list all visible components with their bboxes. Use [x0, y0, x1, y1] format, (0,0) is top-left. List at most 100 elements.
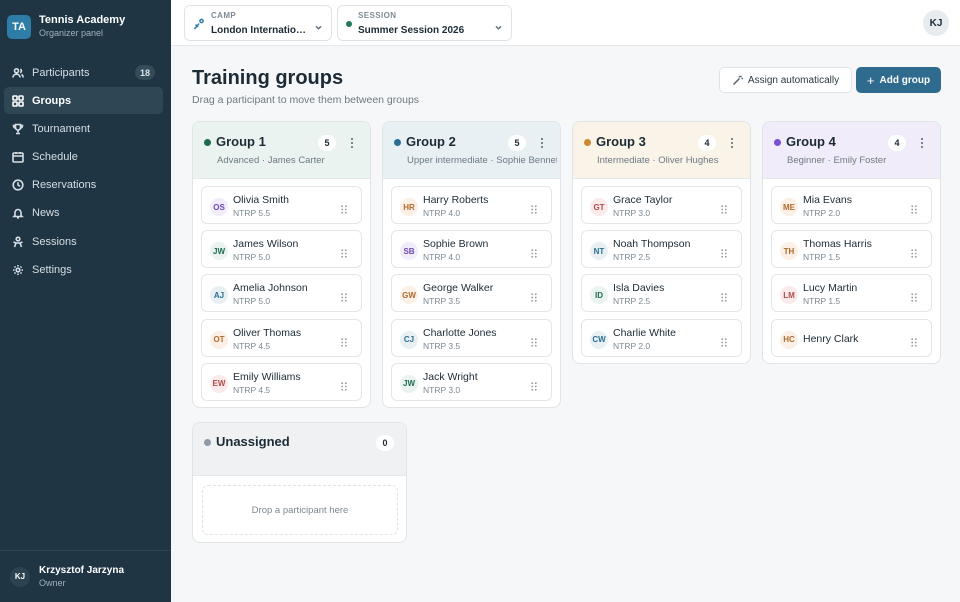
- participant-ntrp: NTRP 5.0: [233, 296, 271, 307]
- group-participant-list: GT Grace Taylor NTRP 3.0 NT Noah Thompson NTR…: [573, 179, 750, 363]
- avatar: ME: [780, 198, 798, 216]
- avatar: CW: [590, 330, 608, 349]
- participant-ntrp: NTRP 1.5: [803, 296, 841, 307]
- plus-icon: +: [866, 72, 875, 88]
- sidebar-item-participants[interactable]: Participants 18: [4, 59, 163, 86]
- drag-handle-icon[interactable]: [911, 334, 917, 347]
- participant-card[interactable]: SB Sophie Brown NTRP 4.0: [391, 230, 552, 269]
- participant-card[interactable]: JW Jack Wright NTRP 3.0: [391, 362, 552, 401]
- group-meta: Intermediate · Oliver Hughes: [597, 155, 719, 166]
- sidebar: TA Tennis Academy Organizer panel Partic…: [0, 0, 171, 602]
- avatar: OT: [210, 330, 228, 349]
- participant-card[interactable]: GT Grace Taylor NTRP 3.0: [581, 186, 742, 224]
- drag-handle-icon[interactable]: [531, 201, 537, 214]
- participant-card[interactable]: ID Isla Davies NTRP 2.5: [581, 274, 742, 313]
- drag-handle-icon[interactable]: [341, 289, 347, 303]
- drag-handle-icon[interactable]: [721, 201, 727, 214]
- drop-zone[interactable]: Drop a participant here: [202, 485, 398, 535]
- participant-card[interactable]: CW Charlie White NTRP 2.0: [581, 318, 742, 357]
- assign-automatically-button[interactable]: Assign automatically: [719, 67, 852, 93]
- participant-card[interactable]: LM Lucy Martin NTRP 1.5: [771, 274, 932, 313]
- sidebar-item-label: Sessions: [32, 235, 77, 248]
- participant-card[interactable]: TH Thomas Harris NTRP 1.5: [771, 230, 932, 269]
- grid-icon: [12, 94, 24, 107]
- sidebar-item-news[interactable]: News: [4, 200, 163, 227]
- group-header: Group 4 4 Beginner · Emily Foster: [763, 122, 940, 179]
- participant-card[interactable]: GW George Walker NTRP 3.5: [391, 274, 552, 313]
- drag-handle-icon[interactable]: [721, 334, 727, 347]
- participant-ntrp: NTRP 1.5: [803, 252, 841, 263]
- participant-card[interactable]: EW Emily Williams NTRP 4.5: [201, 362, 362, 401]
- participant-ntrp: NTRP 2.5: [613, 296, 651, 307]
- participant-name: Lucy Martin: [803, 282, 858, 295]
- more-vertical-icon[interactable]: [919, 136, 925, 150]
- sidebar-item-schedule[interactable]: Schedule: [4, 144, 163, 171]
- drag-handle-icon[interactable]: [341, 245, 347, 258]
- drag-handle-icon[interactable]: [911, 289, 917, 303]
- group-color-dot: [774, 139, 781, 146]
- participant-card[interactable]: AJ Amelia Johnson NTRP 5.0: [201, 274, 362, 313]
- unassigned-color-dot: [204, 439, 211, 446]
- more-vertical-icon[interactable]: [539, 136, 545, 150]
- group-color-dot: [394, 139, 401, 146]
- sidebar-item-label: Tournament: [32, 122, 91, 135]
- group-card[interactable]: Group 2 5 Upper intermediate · Sophie Benn…: [382, 121, 561, 408]
- group-card[interactable]: Group 4 4 Beginner · Emily Foster ME Mia Eva…: [762, 121, 941, 364]
- more-vertical-icon[interactable]: [349, 136, 355, 150]
- group-color-dot: [584, 139, 591, 146]
- participant-card[interactable]: ME Mia Evans NTRP 2.0: [771, 186, 932, 224]
- user-profile[interactable]: KJ Krzysztof Jarzyna Owner: [0, 550, 171, 602]
- group-card[interactable]: Group 3 4 Intermediate · Oliver Hughes GT Gr…: [572, 121, 751, 364]
- camp-value: London International...: [211, 25, 311, 36]
- session-selector[interactable]: SESSION Summer Session 2026: [337, 5, 512, 41]
- participant-name: James Wilson: [233, 238, 299, 251]
- sidebar-item-reservations[interactable]: Reservations: [4, 172, 163, 199]
- add-group-label: Add group: [879, 74, 931, 86]
- drag-handle-icon[interactable]: [721, 245, 727, 258]
- drag-handle-icon[interactable]: [531, 289, 537, 303]
- participant-card[interactable]: NT Noah Thompson NTRP 2.5: [581, 230, 742, 269]
- participant-card[interactable]: CJ Charlotte Jones NTRP 3.5: [391, 318, 552, 357]
- drag-handle-icon[interactable]: [911, 201, 917, 214]
- participant-name: Charlie White: [613, 326, 677, 339]
- sidebar-item-sessions[interactable]: Sessions: [4, 228, 163, 255]
- brand[interactable]: TA Tennis Academy Organizer panel: [7, 14, 125, 40]
- drag-handle-icon[interactable]: [341, 201, 347, 214]
- add-group-button[interactable]: + Add group: [856, 67, 941, 93]
- participant-card[interactable]: HR Harry Roberts NTRP 4.0: [391, 186, 552, 224]
- tennis-court-icon: [193, 17, 205, 30]
- participant-card[interactable]: OT Oliver Thomas NTRP 4.5: [201, 318, 362, 357]
- drag-handle-icon[interactable]: [531, 334, 537, 347]
- drag-handle-icon[interactable]: [341, 334, 347, 347]
- drag-handle-icon[interactable]: [531, 245, 537, 258]
- drag-handle-icon[interactable]: [911, 245, 917, 258]
- participant-card[interactable]: JW James Wilson NTRP 5.0: [201, 230, 362, 269]
- drag-handle-icon[interactable]: [721, 289, 727, 303]
- bell-icon: [12, 207, 24, 220]
- sidebar-item-tournament[interactable]: Tournament: [4, 115, 163, 142]
- drag-handle-icon[interactable]: [341, 378, 347, 391]
- camp-selector[interactable]: CAMP London International...: [184, 5, 332, 41]
- participant-card[interactable]: OS Olivia Smith NTRP 5.5: [201, 186, 362, 224]
- sidebar-item-settings[interactable]: Settings: [4, 256, 163, 283]
- avatar: GW: [400, 286, 418, 305]
- participant-ntrp: NTRP 5.0: [233, 252, 271, 263]
- group-header: Group 1 5 Advanced · James Carter: [193, 122, 370, 179]
- participant-ntrp: NTRP 4.0: [423, 208, 461, 218]
- page-title: Training groups: [192, 67, 344, 89]
- group-card[interactable]: Group 1 5 Advanced · James Carter OS Olivia …: [192, 121, 371, 408]
- participant-name: Charlotte Jones: [423, 326, 497, 339]
- participant-name: Oliver Thomas: [233, 326, 302, 339]
- participant-card[interactable]: HC Henry Clark: [771, 318, 932, 357]
- users-icon: [12, 67, 24, 79]
- unassigned-group[interactable]: Unassigned 0 Drop a participant here: [192, 422, 407, 543]
- participant-ntrp: NTRP 5.5: [233, 208, 271, 218]
- participant-name: Olivia Smith: [233, 194, 290, 206]
- participant-ntrp: NTRP 3.0: [423, 384, 461, 395]
- avatar: LM: [780, 286, 798, 305]
- sidebar-item-groups[interactable]: Groups: [4, 87, 163, 115]
- avatar[interactable]: KJ: [923, 10, 949, 36]
- session-label: SESSION: [358, 11, 397, 20]
- drag-handle-icon[interactable]: [531, 378, 537, 391]
- more-vertical-icon[interactable]: [729, 136, 735, 150]
